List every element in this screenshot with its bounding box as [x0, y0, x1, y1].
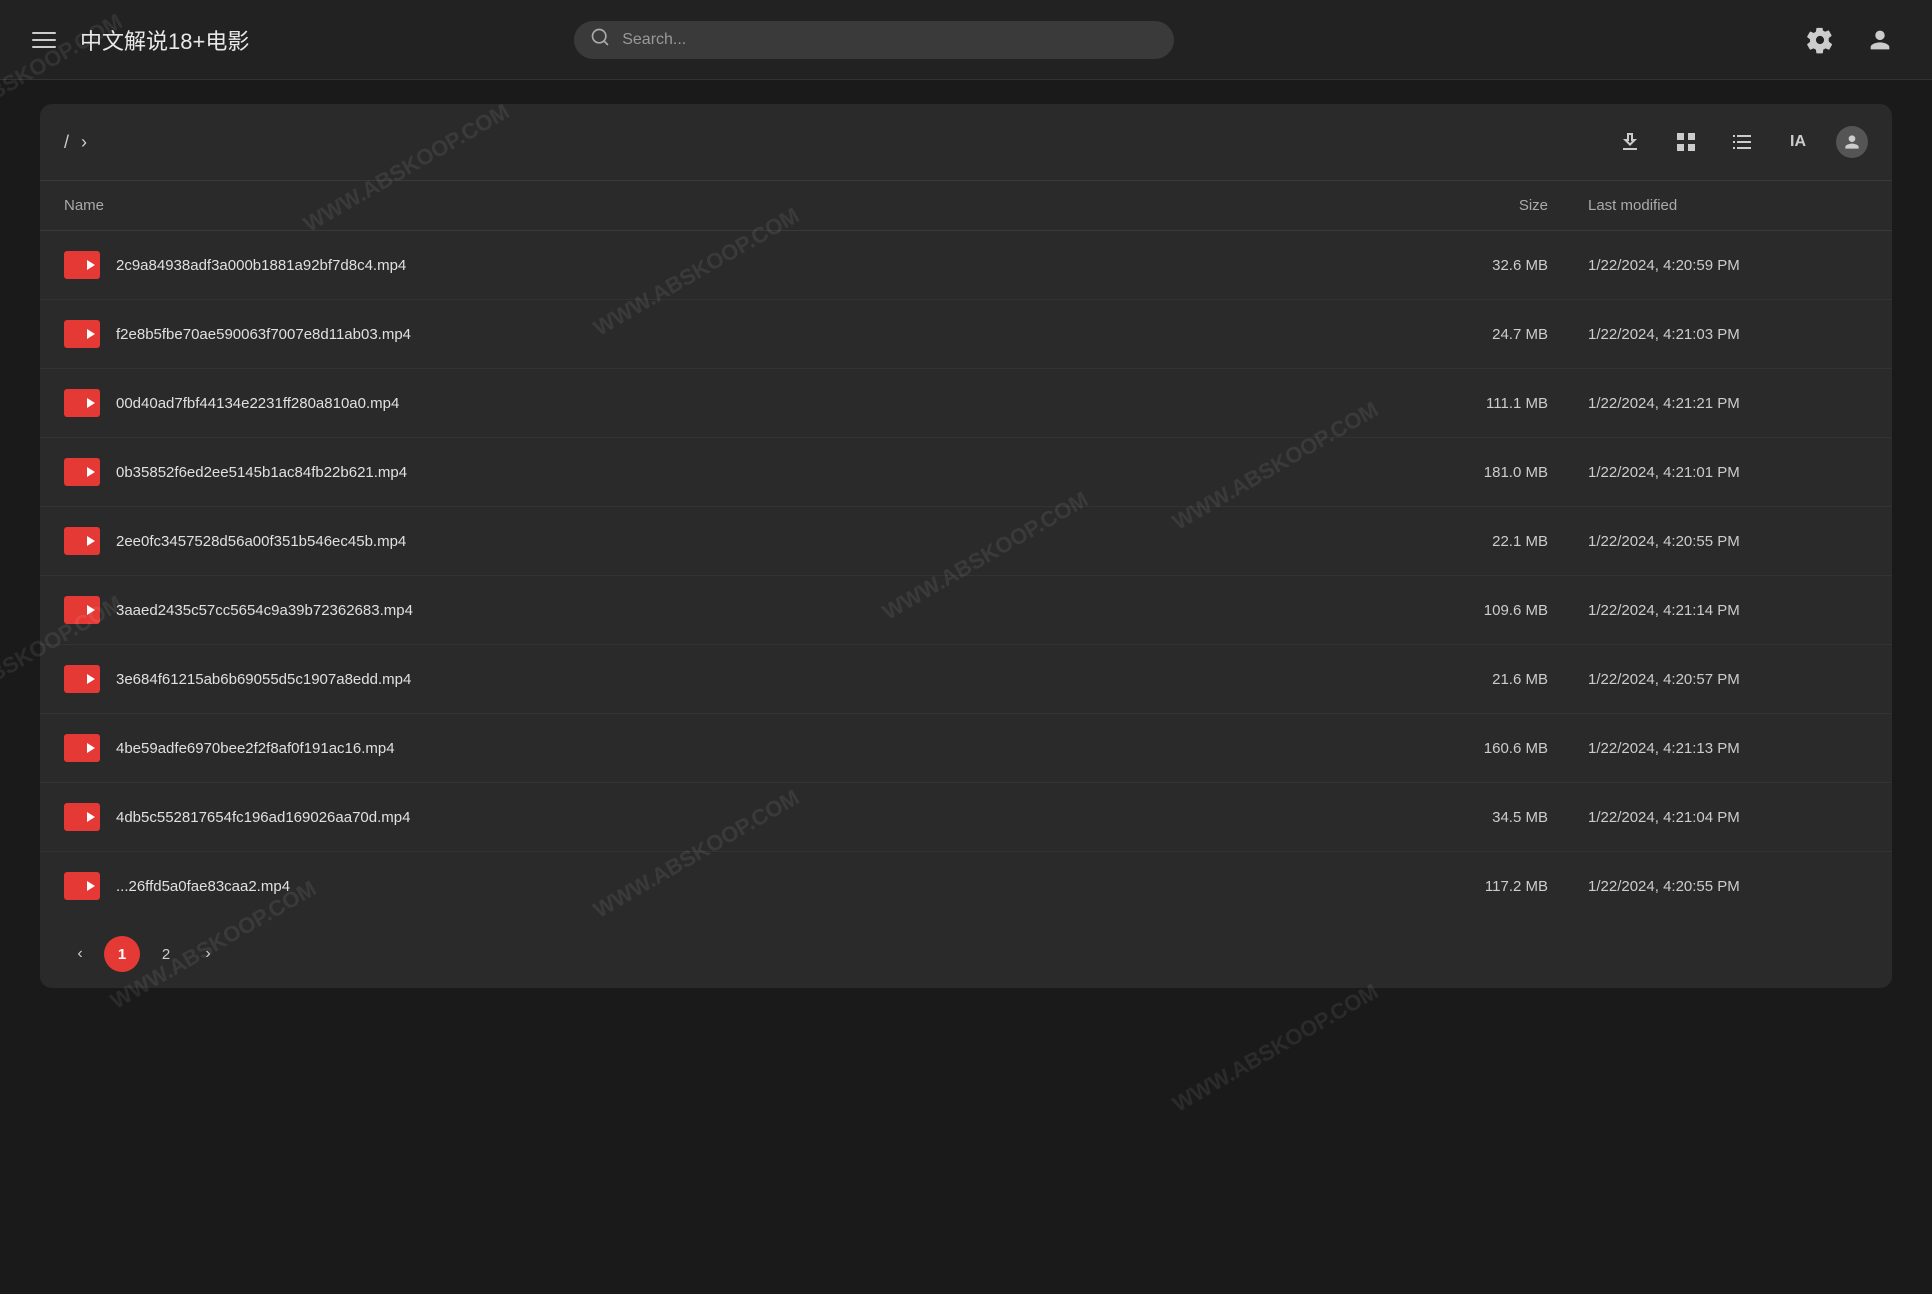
file-video-icon: [64, 389, 100, 417]
page-button-1[interactable]: 1: [104, 936, 140, 972]
file-modified: 1/22/2024, 4:21:13 PM: [1588, 740, 1868, 757]
file-browser: / › IA: [40, 104, 1892, 988]
file-name: f2e8b5fbe70ae590063f7007e8d11ab03.mp4: [116, 326, 1388, 343]
col-header-name: Name: [64, 197, 1388, 214]
col-header-modified: Last modified: [1588, 197, 1868, 214]
file-size: 34.5 MB: [1388, 809, 1588, 826]
file-size: 24.7 MB: [1388, 326, 1588, 343]
search-icon: [590, 27, 610, 52]
file-name: 00d40ad7fbf44134e2231ff280a810a0.mp4: [116, 395, 1388, 412]
table-row[interactable]: 00d40ad7fbf44134e2231ff280a810a0.mp4 111…: [40, 369, 1892, 438]
file-video-icon: [64, 596, 100, 624]
file-name: 2c9a84938adf3a000b1881a92bf7d8c4.mp4: [116, 257, 1388, 274]
file-size: 22.1 MB: [1388, 533, 1588, 550]
topbar: 中文解说18+电影: [0, 0, 1932, 80]
list-view-button[interactable]: [1724, 124, 1760, 160]
prev-page-button[interactable]: ‹: [64, 938, 96, 970]
file-modified: 1/22/2024, 4:21:03 PM: [1588, 326, 1868, 343]
file-size: 32.6 MB: [1388, 257, 1588, 274]
browser-toolbar: / › IA: [40, 104, 1892, 181]
file-size: 117.2 MB: [1388, 878, 1588, 895]
file-video-icon: [64, 527, 100, 555]
file-size: 111.1 MB: [1388, 395, 1588, 412]
file-name: 2ee0fc3457528d56a00f351b546ec45b.mp4: [116, 533, 1388, 550]
next-page-button[interactable]: ›: [192, 938, 224, 970]
file-size: 109.6 MB: [1388, 602, 1588, 619]
grid-view-button[interactable]: [1668, 124, 1704, 160]
breadcrumb-slash: /: [64, 132, 69, 153]
search-input[interactable]: [574, 21, 1174, 59]
user-icon[interactable]: [1860, 20, 1900, 60]
file-name: 4db5c552817654fc196ad169026aa70d.mp4: [116, 809, 1388, 826]
file-modified: 1/22/2024, 4:20:55 PM: [1588, 878, 1868, 895]
file-modified: 1/22/2024, 4:21:14 PM: [1588, 602, 1868, 619]
breadcrumb-arrow[interactable]: ›: [81, 132, 87, 153]
file-size: 181.0 MB: [1388, 464, 1588, 481]
file-modified: 1/22/2024, 4:20:55 PM: [1588, 533, 1868, 550]
table-row[interactable]: 4be59adfe6970bee2f2f8af0f191ac16.mp4 160…: [40, 714, 1892, 783]
topbar-right: [1800, 20, 1900, 60]
file-video-icon: [64, 320, 100, 348]
browser-user-avatar[interactable]: [1836, 126, 1868, 158]
app-title: 中文解说18+电影: [80, 24, 249, 56]
col-header-size: Size: [1388, 197, 1588, 214]
file-name: ...26ffd5a0fae83caa2.mp4: [116, 878, 1388, 895]
file-name: 4be59adfe6970bee2f2f8af0f191ac16.mp4: [116, 740, 1388, 757]
pagination: ‹ 1 2 ›: [40, 920, 1892, 988]
file-table: 2c9a84938adf3a000b1881a92bf7d8c4.mp4 32.…: [40, 231, 1892, 920]
table-row[interactable]: 2ee0fc3457528d56a00f351b546ec45b.mp4 22.…: [40, 507, 1892, 576]
toolbar-actions: IA: [1612, 124, 1868, 160]
sort-button[interactable]: IA: [1780, 124, 1816, 160]
table-row[interactable]: 0b35852f6ed2ee5145b1ac84fb22b621.mp4 181…: [40, 438, 1892, 507]
file-modified: 1/22/2024, 4:21:04 PM: [1588, 809, 1868, 826]
file-modified: 1/22/2024, 4:20:59 PM: [1588, 257, 1868, 274]
file-video-icon: [64, 665, 100, 693]
file-name: 3aaed2435c57cc5654c9a39b72362683.mp4: [116, 602, 1388, 619]
table-row[interactable]: 2c9a84938adf3a000b1881a92bf7d8c4.mp4 32.…: [40, 231, 1892, 300]
table-row[interactable]: f2e8b5fbe70ae590063f7007e8d11ab03.mp4 24…: [40, 300, 1892, 369]
file-video-icon: [64, 872, 100, 900]
table-row[interactable]: ...26ffd5a0fae83caa2.mp4 117.2 MB 1/22/2…: [40, 852, 1892, 920]
file-video-icon: [64, 251, 100, 279]
menu-icon[interactable]: [32, 32, 56, 48]
search-bar: [574, 21, 1174, 59]
file-size: 160.6 MB: [1388, 740, 1588, 757]
file-size: 21.6 MB: [1388, 671, 1588, 688]
file-video-icon: [64, 458, 100, 486]
table-header: Name Size Last modified: [40, 181, 1892, 231]
table-row[interactable]: 4db5c552817654fc196ad169026aa70d.mp4 34.…: [40, 783, 1892, 852]
table-row[interactable]: 3aaed2435c57cc5654c9a39b72362683.mp4 109…: [40, 576, 1892, 645]
main-content: / › IA: [0, 80, 1932, 1012]
download-button[interactable]: [1612, 124, 1648, 160]
file-modified: 1/22/2024, 4:21:21 PM: [1588, 395, 1868, 412]
file-video-icon: [64, 803, 100, 831]
file-modified: 1/22/2024, 4:21:01 PM: [1588, 464, 1868, 481]
table-row[interactable]: 3e684f61215ab6b69055d5c1907a8edd.mp4 21.…: [40, 645, 1892, 714]
file-name: 3e684f61215ab6b69055d5c1907a8edd.mp4: [116, 671, 1388, 688]
file-video-icon: [64, 734, 100, 762]
file-name: 0b35852f6ed2ee5145b1ac84fb22b621.mp4: [116, 464, 1388, 481]
page-button-2[interactable]: 2: [148, 936, 184, 972]
settings-icon[interactable]: [1800, 20, 1840, 60]
file-modified: 1/22/2024, 4:20:57 PM: [1588, 671, 1868, 688]
